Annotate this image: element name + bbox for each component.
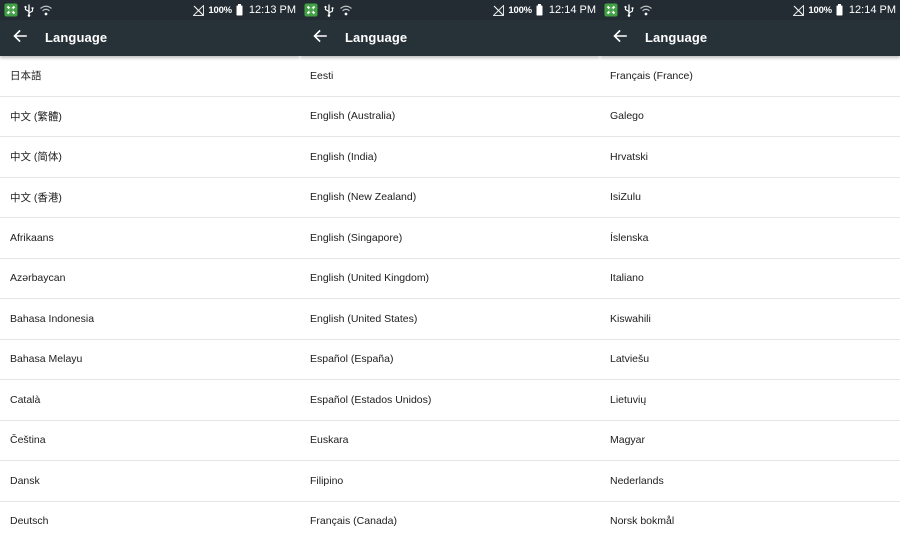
back-button[interactable] — [6, 24, 34, 52]
language-item[interactable]: English (New Zealand) — [300, 178, 600, 218]
language-item[interactable]: Italiano — [600, 259, 900, 299]
language-list: Français (France) Galego Hrvatski IsiZul… — [600, 56, 900, 533]
status-system: 100% 12:14 PM — [793, 0, 896, 20]
language-item[interactable]: Kiswahili — [600, 299, 900, 340]
language-item[interactable]: Afrikaans — [0, 218, 300, 259]
status-notifications — [304, 2, 352, 18]
language-item[interactable]: 中文 (简体) — [0, 137, 300, 178]
page-title: Language — [345, 30, 408, 45]
battery-icon — [236, 4, 243, 16]
app-toolbar: Language — [0, 20, 300, 56]
language-item[interactable]: Eesti — [300, 56, 600, 97]
usb-icon — [24, 4, 34, 17]
language-item[interactable]: Català — [0, 380, 300, 421]
battery-percentage: 100% — [508, 4, 532, 16]
language-screen-3: 100% 12:14 PM Language Français (France)… — [600, 0, 900, 533]
language-item[interactable]: English (India) — [300, 137, 600, 178]
no-signal-icon — [493, 4, 505, 16]
language-item[interactable]: Hrvatski — [600, 137, 900, 178]
language-list: 日本語 中文 (繁體) 中文 (简体) 中文 (香港) Afrikaans Az… — [0, 56, 300, 533]
language-item[interactable]: Bahasa Melayu — [0, 340, 300, 380]
language-item[interactable]: English (United States) — [300, 299, 600, 340]
language-item[interactable]: Nederlands — [600, 461, 900, 502]
battery-icon — [836, 4, 843, 16]
app-notification-icon — [4, 3, 18, 17]
status-bar: 100% 12:13 PM — [0, 0, 300, 20]
page-title: Language — [45, 30, 108, 45]
battery-percentage: 100% — [208, 4, 232, 16]
status-notifications — [604, 2, 652, 18]
language-item[interactable]: Norsk bokmål — [600, 502, 900, 533]
language-screen-1: 100% 12:13 PM Language 日本語 中文 (繁體) 中文 (简… — [0, 0, 300, 533]
back-arrow-icon — [13, 29, 27, 48]
status-clock: 12:14 PM — [848, 4, 896, 16]
back-arrow-icon — [313, 29, 327, 48]
language-item[interactable]: Lietuvių — [600, 380, 900, 421]
app-notification-icon — [604, 3, 618, 17]
back-button[interactable] — [306, 24, 334, 52]
language-item[interactable]: 中文 (繁體) — [0, 97, 300, 137]
language-item[interactable]: Français (Canada) — [300, 502, 600, 533]
back-arrow-icon — [613, 29, 627, 48]
battery-percentage: 100% — [808, 4, 832, 16]
no-signal-icon — [793, 4, 805, 16]
language-item[interactable]: Español (España) — [300, 340, 600, 380]
app-toolbar: Language — [300, 20, 600, 56]
language-item[interactable]: Français (France) — [600, 56, 900, 97]
status-bar: 100% 12:14 PM — [600, 0, 900, 20]
language-screen-2: 100% 12:14 PM Language Eesti English (Au… — [300, 0, 600, 533]
status-clock: 12:14 PM — [548, 4, 596, 16]
status-system: 100% 12:14 PM — [493, 0, 596, 20]
wifi-icon — [340, 5, 352, 16]
language-item[interactable]: English (Singapore) — [300, 218, 600, 259]
language-item[interactable]: Magyar — [600, 421, 900, 461]
back-button[interactable] — [606, 24, 634, 52]
language-item[interactable]: IsiZulu — [600, 178, 900, 218]
language-item[interactable]: Čeština — [0, 421, 300, 461]
usb-icon — [624, 4, 634, 17]
language-item[interactable]: 中文 (香港) — [0, 178, 300, 218]
language-item[interactable]: 日本語 — [0, 56, 300, 97]
language-item[interactable]: Filipino — [300, 461, 600, 502]
language-item[interactable]: Euskara — [300, 421, 600, 461]
app-toolbar: Language — [600, 20, 900, 56]
language-item[interactable]: English (Australia) — [300, 97, 600, 137]
language-item[interactable]: Galego — [600, 97, 900, 137]
page-title: Language — [645, 30, 708, 45]
status-clock: 12:13 PM — [248, 4, 296, 16]
app-notification-icon — [304, 3, 318, 17]
language-item[interactable]: Deutsch — [0, 502, 300, 533]
language-item[interactable]: English (United Kingdom) — [300, 259, 600, 299]
language-item[interactable]: Dansk — [0, 461, 300, 502]
language-list: Eesti English (Australia) English (India… — [300, 56, 600, 533]
language-item[interactable]: Bahasa Indonesia — [0, 299, 300, 340]
status-system: 100% 12:13 PM — [193, 0, 296, 20]
wifi-icon — [40, 5, 52, 16]
language-item[interactable]: Íslenska — [600, 218, 900, 259]
status-bar: 100% 12:14 PM — [300, 0, 600, 20]
language-item[interactable]: Latviešu — [600, 340, 900, 380]
battery-icon — [536, 4, 543, 16]
status-notifications — [4, 2, 52, 18]
language-item[interactable]: Español (Estados Unidos) — [300, 380, 600, 421]
usb-icon — [324, 4, 334, 17]
no-signal-icon — [193, 4, 205, 16]
wifi-icon — [640, 5, 652, 16]
language-item[interactable]: Azərbaycan — [0, 259, 300, 299]
